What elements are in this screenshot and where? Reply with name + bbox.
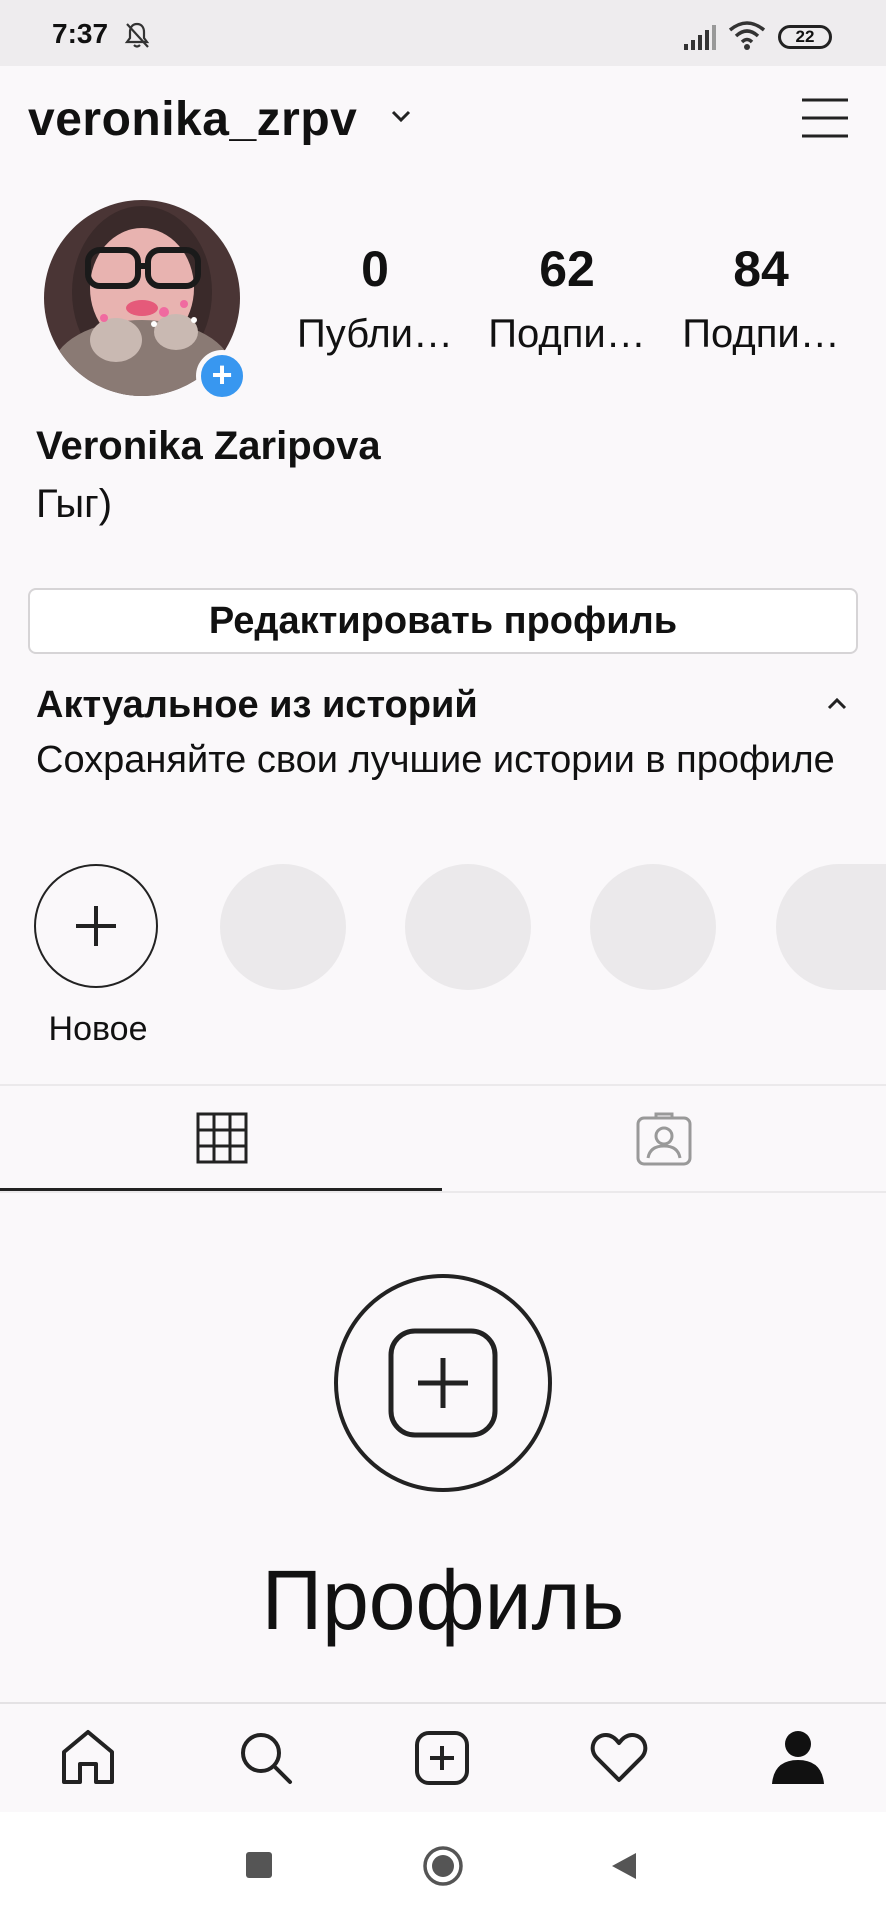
- stat-posts[interactable]: 0 Публи…: [290, 240, 460, 357]
- status-time: 7:37: [52, 18, 109, 49]
- stat-label: Публи…: [297, 312, 453, 356]
- stat-following[interactable]: 84 Подпи…: [676, 240, 846, 357]
- edit-profile-button[interactable]: Редактировать профиль: [28, 588, 858, 654]
- chevron-up-icon[interactable]: [826, 696, 848, 712]
- username[interactable]: veronika_zrpv: [28, 92, 357, 147]
- stat-followers[interactable]: 62 Подпи…: [482, 240, 652, 357]
- divider: [0, 1084, 886, 1086]
- empty-state-title: Профиль: [261, 1553, 625, 1647]
- stat-value: 62: [539, 241, 595, 297]
- profile-icon[interactable]: [770, 1728, 826, 1786]
- highlight-placeholder: [590, 864, 716, 990]
- home-icon[interactable]: [60, 1728, 116, 1786]
- add-story-button[interactable]: +: [196, 350, 248, 402]
- divider: [0, 1191, 886, 1193]
- bio: Гыг): [36, 482, 113, 526]
- heart-icon[interactable]: [590, 1732, 648, 1784]
- highlight-placeholder: [405, 864, 531, 990]
- full-name: Veronika Zaripova: [36, 424, 381, 468]
- add-post-icon[interactable]: [414, 1730, 470, 1786]
- plus-icon: [76, 906, 116, 946]
- chevron-down-icon[interactable]: [390, 108, 412, 124]
- new-highlight-label: Новое: [48, 1010, 148, 1048]
- recents-button[interactable]: [246, 1852, 272, 1878]
- wifi-icon: [728, 21, 766, 50]
- bell-muted-icon: [124, 22, 150, 48]
- highlight-placeholder: [220, 864, 346, 990]
- stat-value: 0: [361, 241, 389, 297]
- hamburger-menu-icon[interactable]: [800, 96, 850, 140]
- highlights-title: Актуальное из историй: [36, 684, 478, 726]
- back-button[interactable]: [610, 1851, 638, 1881]
- stat-value: 84: [733, 241, 789, 297]
- stat-label: Подпи…: [682, 312, 840, 356]
- new-highlight-button[interactable]: [34, 864, 158, 988]
- highlight-placeholder: [776, 864, 886, 990]
- tagged-person-icon[interactable]: [636, 1112, 692, 1166]
- signal-icon: [684, 25, 716, 50]
- stat-label: Подпи…: [488, 312, 646, 356]
- grid-icon[interactable]: [196, 1112, 248, 1164]
- search-icon[interactable]: [238, 1730, 294, 1786]
- highlights-description: Сохраняйте свои лучшие истории в профиле: [36, 739, 835, 781]
- add-post-icon: [388, 1328, 498, 1438]
- battery-indicator: 22: [778, 25, 832, 49]
- home-button[interactable]: [422, 1845, 464, 1887]
- create-post-button[interactable]: [334, 1274, 552, 1492]
